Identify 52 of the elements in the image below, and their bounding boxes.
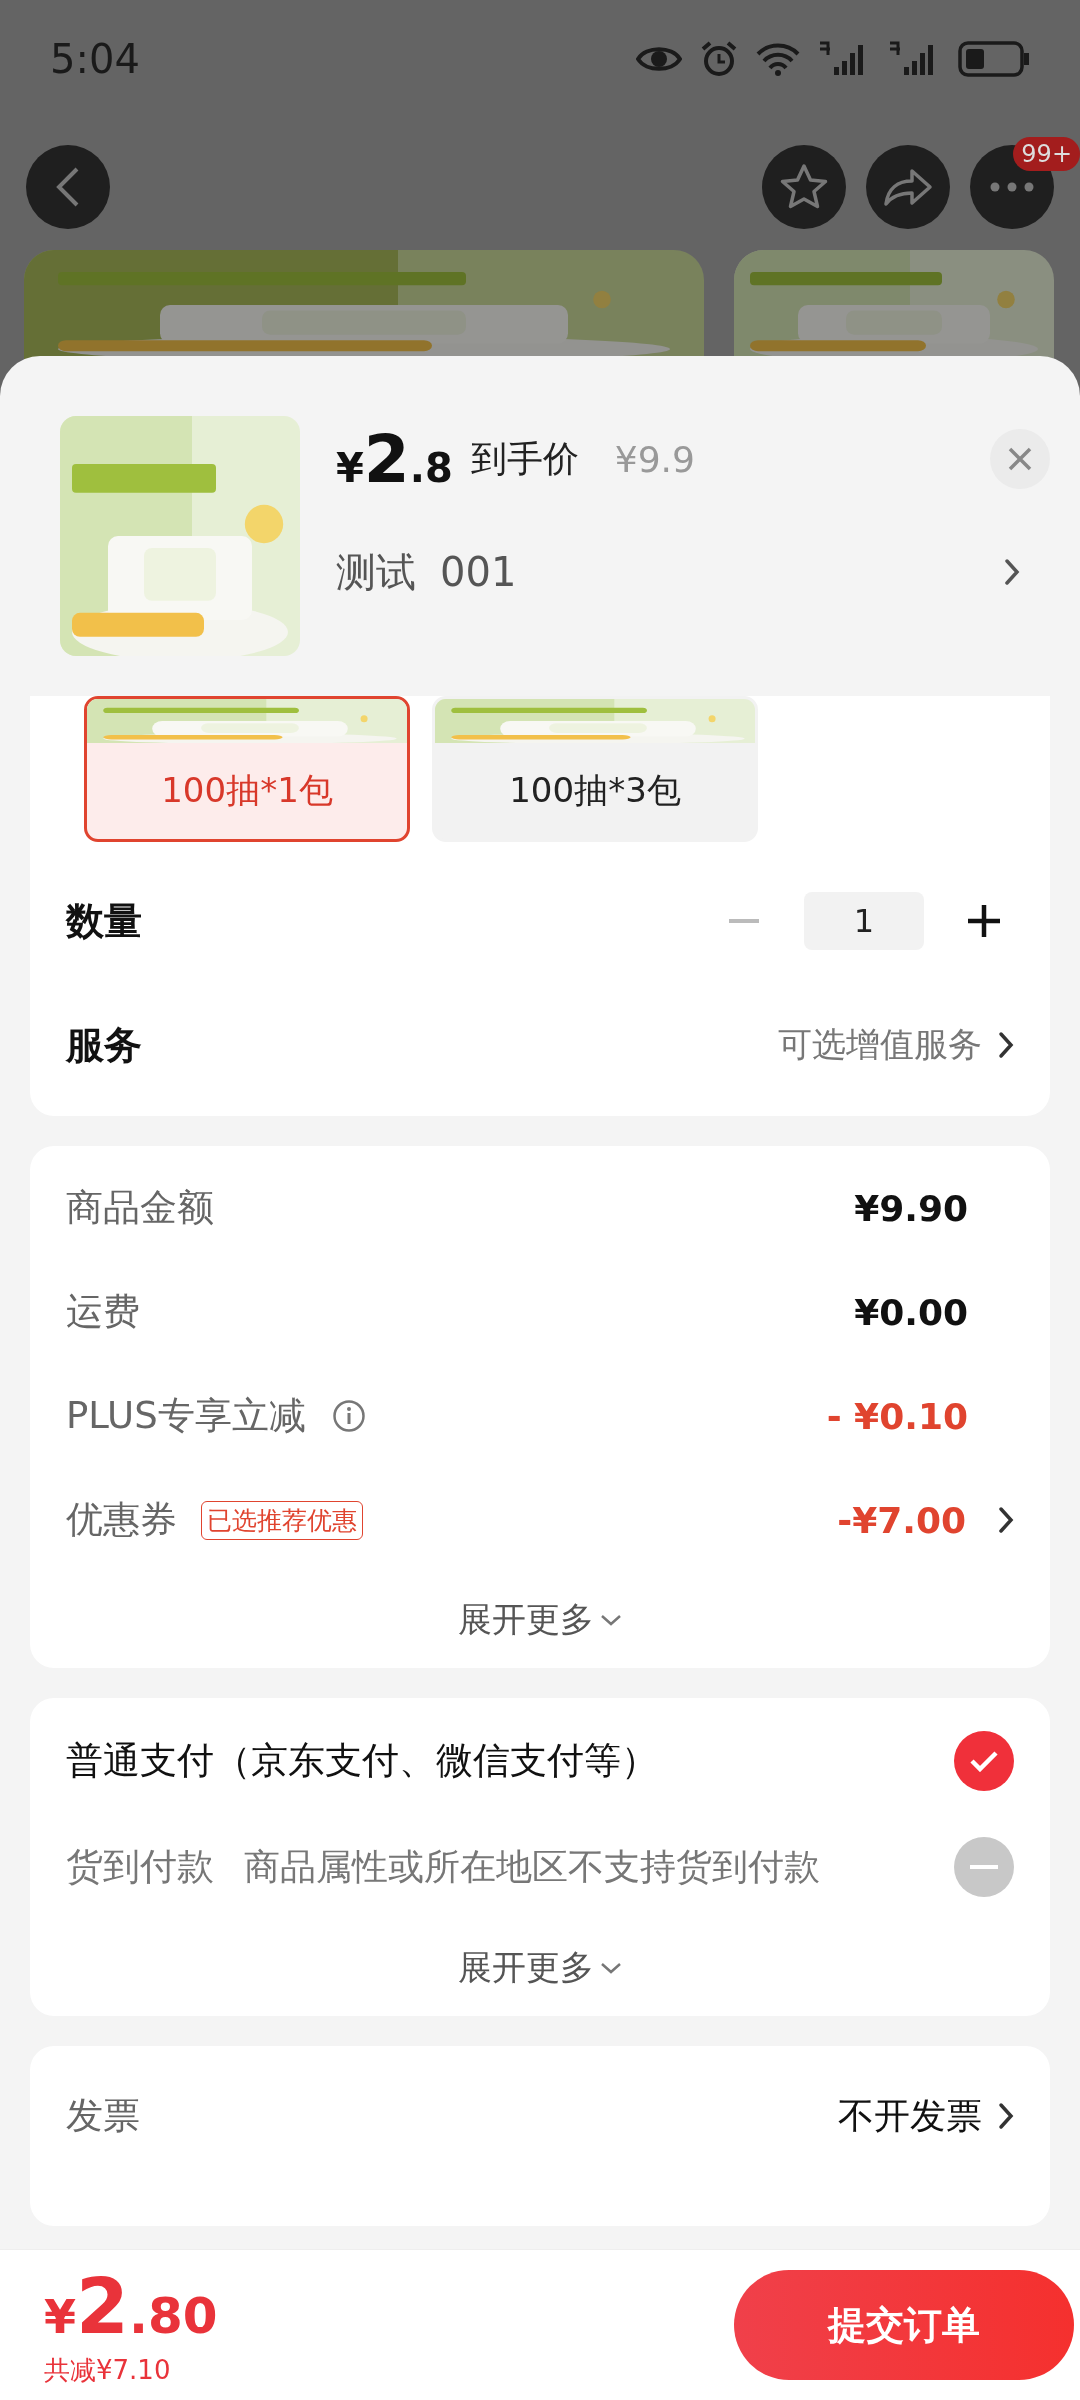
savings-text: 共减¥7.10 xyxy=(44,2354,172,2387)
expand-more-button[interactable]: 展开更多 xyxy=(452,1572,628,1668)
chevron-right-icon xyxy=(998,1506,1014,1534)
chevron-down-icon xyxy=(600,1962,622,1974)
service-link[interactable]: 可选增值服务 xyxy=(778,1022,1014,1068)
cost-value: ¥0.00 xyxy=(854,1291,968,1333)
quantity-label: 数量 xyxy=(66,897,142,945)
original-price: ¥9.9 xyxy=(614,438,695,480)
quantity-field[interactable]: 1 xyxy=(804,892,924,950)
status-time: 5:04 xyxy=(50,36,140,82)
back-icon xyxy=(56,166,80,208)
chevron-right-icon xyxy=(1004,558,1020,586)
payment-radio[interactable] xyxy=(954,1731,1014,1791)
submit-order-button[interactable]: 提交订单 xyxy=(734,2270,1074,2380)
chevron-down-icon xyxy=(600,1614,622,1626)
minus-icon xyxy=(970,1865,998,1869)
checkmark-icon xyxy=(969,1750,999,1772)
close-icon xyxy=(1008,447,1032,471)
payment-note: 商品属性或所在地区不支持货到付款 xyxy=(244,1844,820,1889)
minus-icon xyxy=(729,919,759,923)
price-label: 到手价 xyxy=(470,436,579,481)
cost-label: 商品金额 xyxy=(66,1185,214,1231)
total-price: ¥2.80 xyxy=(44,2262,218,2351)
star-icon xyxy=(779,163,829,211)
spec-value: 001 xyxy=(440,549,517,595)
cost-value: ¥9.90 xyxy=(854,1187,968,1229)
payment-option-label: 货到付款 xyxy=(66,1844,214,1890)
share-arrow-icon xyxy=(882,166,934,208)
coupon-tag: 已选推荐优惠 xyxy=(201,1500,363,1540)
payment-option-label: 普通支付（京东支付、微信支付等） xyxy=(66,1738,658,1784)
alarm-icon xyxy=(700,40,738,78)
wifi-icon xyxy=(756,42,800,76)
chevron-right-icon xyxy=(998,1031,1014,1059)
plus-icon xyxy=(968,905,1000,937)
chevron-right-icon xyxy=(998,2102,1014,2130)
service-label: 服务 xyxy=(66,1021,142,1069)
spec-name: 测试 xyxy=(336,547,416,597)
variant-option[interactable]: 100抽*1包 xyxy=(84,696,410,842)
invoice-link[interactable]: 不开发票 xyxy=(838,2091,1014,2141)
invoice-label: 发票 xyxy=(66,2093,140,2139)
cost-value: - ¥0.10 xyxy=(826,1395,968,1437)
cost-value: -¥7.00 xyxy=(837,1499,966,1541)
more-icon xyxy=(990,182,1034,192)
variant-option[interactable]: 100抽*3包 xyxy=(432,696,758,842)
eye-icon xyxy=(636,44,682,74)
cost-label: 运费 xyxy=(66,1289,140,1335)
battery-icon xyxy=(958,41,1030,77)
notification-badge: 99+ xyxy=(1013,137,1080,171)
deal-price: ¥2.8 xyxy=(336,420,453,498)
cost-label: PLUS专享立减 xyxy=(66,1393,306,1439)
cost-label: 优惠券 xyxy=(66,1497,177,1543)
expand-more-button[interactable]: 展开更多 xyxy=(452,1920,628,2016)
